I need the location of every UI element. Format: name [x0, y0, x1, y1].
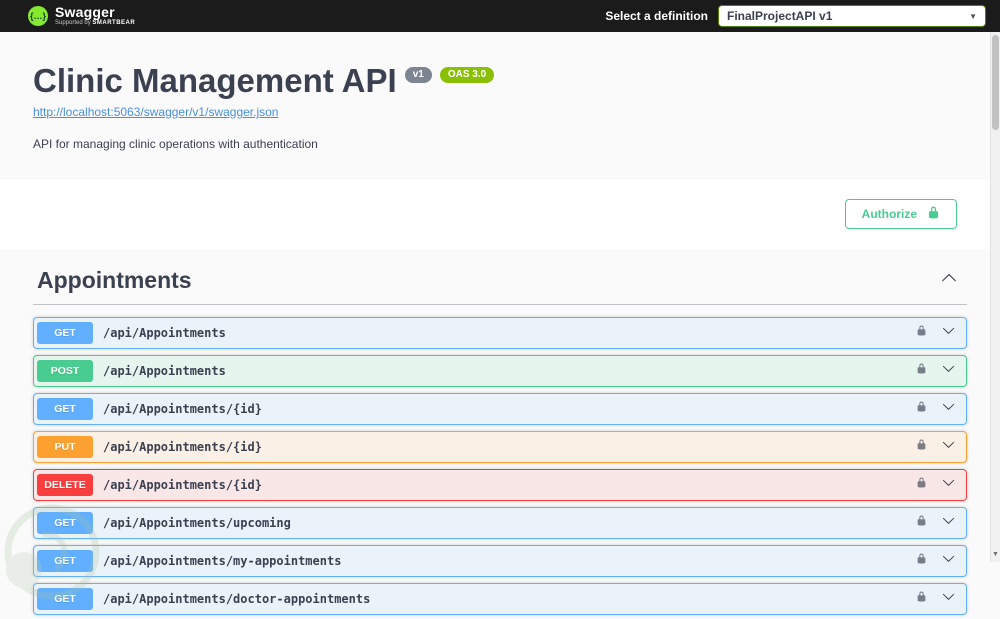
endpoint-path: /api/Appointments/{id}	[103, 440, 262, 454]
endpoint-row[interactable]: PUT /api/Appointments/{id}	[33, 431, 967, 463]
endpoint-path: /api/Appointments/upcoming	[103, 516, 291, 530]
lock-icon[interactable]	[916, 324, 927, 342]
page-title: Clinic Management API v1 OAS 3.0	[33, 64, 967, 97]
http-method-badge: GET	[37, 550, 93, 572]
operations-section: Appointments GET /api/Appointments POST …	[0, 249, 1000, 615]
chevron-down-icon[interactable]	[942, 438, 955, 456]
endpoint-path: /api/Appointments/{id}	[103, 478, 262, 492]
endpoint-summary: DELETE /api/Appointments/{id}	[34, 470, 966, 500]
endpoint-row-icons	[916, 362, 955, 380]
lock-icon[interactable]	[916, 590, 927, 608]
scrollbar-track[interactable]: ▼	[990, 32, 1000, 562]
endpoint-row[interactable]: POST /api/Appointments	[33, 355, 967, 387]
endpoint-row-icons	[916, 400, 955, 418]
endpoint-row-icons	[916, 438, 955, 456]
select-definition-label: Select a definition	[605, 9, 708, 23]
chevron-down-icon[interactable]	[942, 476, 955, 494]
http-method-badge: DELETE	[37, 474, 93, 496]
http-method-badge: GET	[37, 322, 93, 344]
spec-url-link[interactable]: http://localhost:5063/swagger/v1/swagger…	[33, 105, 278, 119]
http-method-badge: GET	[37, 398, 93, 420]
endpoint-path: /api/Appointments/my-appointments	[103, 554, 342, 568]
endpoint-summary: POST /api/Appointments	[34, 356, 966, 386]
chevron-down-icon[interactable]	[942, 590, 955, 608]
endpoint-row[interactable]: GET /api/Appointments	[33, 317, 967, 349]
endpoint-row-icons	[916, 324, 955, 342]
endpoint-summary: GET /api/Appointments/my-appointments	[34, 546, 966, 576]
oas-badge: OAS 3.0	[439, 67, 495, 83]
chevron-up-icon[interactable]	[941, 270, 957, 291]
swagger-logo-text: Swagger	[55, 4, 115, 20]
endpoint-row[interactable]: DELETE /api/Appointments/{id}	[33, 469, 967, 501]
supported-by-text: Supported by	[55, 20, 91, 27]
chevron-down-icon[interactable]	[942, 400, 955, 418]
endpoint-path: /api/Appointments/{id}	[103, 402, 262, 416]
api-title-text: Clinic Management API	[33, 62, 397, 99]
endpoint-path: /api/Appointments	[103, 364, 226, 378]
scheme-container: Authorize	[0, 179, 1000, 249]
lock-icon[interactable]	[916, 552, 927, 570]
chevron-down-icon[interactable]	[942, 552, 955, 570]
smartbear-text: SMARTBEAR	[92, 20, 136, 27]
http-method-badge: PUT	[37, 436, 93, 458]
scrollbar-thumb[interactable]	[992, 35, 999, 130]
endpoint-summary: GET /api/Appointments/doctor-appointment…	[34, 584, 966, 614]
endpoint-summary: GET /api/Appointments/upcoming	[34, 508, 966, 538]
http-method-badge: GET	[37, 588, 93, 610]
swagger-logo: {…} Swagger Supported by SMARTBEAR	[28, 4, 135, 27]
scrollbar-down-arrow[interactable]: ▼	[991, 549, 1000, 561]
unlock-icon	[927, 205, 940, 223]
chevron-down-icon[interactable]	[942, 514, 955, 532]
version-badge: v1	[404, 67, 432, 83]
lock-icon[interactable]	[916, 362, 927, 380]
endpoint-summary: PUT /api/Appointments/{id}	[34, 432, 966, 462]
lock-icon[interactable]	[916, 438, 927, 456]
chevron-down-icon[interactable]	[942, 324, 955, 342]
endpoint-row-icons	[916, 552, 955, 570]
endpoint-path: /api/Appointments/doctor-appointments	[103, 592, 371, 606]
endpoint-summary: GET /api/Appointments	[34, 318, 966, 348]
definition-selector-group: Select a definition FinalProjectAPI v1 ▼	[605, 5, 986, 27]
topbar: {…} Swagger Supported by SMARTBEAR Selec…	[0, 0, 1000, 32]
endpoint-row[interactable]: GET /api/Appointments/my-appointments	[33, 545, 967, 577]
lock-icon[interactable]	[916, 400, 927, 418]
endpoint-row[interactable]: GET /api/Appointments/upcoming	[33, 507, 967, 539]
tag-title: Appointments	[37, 267, 192, 293]
endpoint-row[interactable]: GET /api/Appointments/doctor-appointment…	[33, 583, 967, 615]
api-info-section: Clinic Management API v1 OAS 3.0 http://…	[0, 32, 1000, 179]
endpoint-row[interactable]: GET /api/Appointments/{id}	[33, 393, 967, 425]
authorize-button[interactable]: Authorize	[844, 199, 957, 229]
chevron-down-icon[interactable]	[942, 362, 955, 380]
lock-icon[interactable]	[916, 476, 927, 494]
tag-appointments-header[interactable]: Appointments	[33, 253, 967, 305]
endpoint-row-icons	[916, 476, 955, 494]
endpoint-row-icons	[916, 590, 955, 608]
definition-select[interactable]: FinalProjectAPI v1 ▼	[718, 5, 986, 27]
http-method-badge: POST	[37, 360, 93, 382]
definition-select-value: FinalProjectAPI v1	[727, 9, 833, 23]
swagger-logo-icon: {…}	[28, 5, 48, 26]
swagger-logo-subtext: Supported by SMARTBEAR	[55, 20, 135, 27]
endpoint-list: GET /api/Appointments POST /api/Appointm…	[33, 317, 967, 615]
chevron-down-icon: ▼	[969, 11, 977, 21]
authorize-button-label: Authorize	[861, 207, 917, 221]
http-method-badge: GET	[37, 512, 93, 534]
endpoint-summary: GET /api/Appointments/{id}	[34, 394, 966, 424]
endpoint-path: /api/Appointments	[103, 326, 226, 340]
endpoint-row-icons	[916, 514, 955, 532]
lock-icon[interactable]	[916, 514, 927, 532]
api-description: API for managing clinic operations with …	[33, 137, 318, 151]
